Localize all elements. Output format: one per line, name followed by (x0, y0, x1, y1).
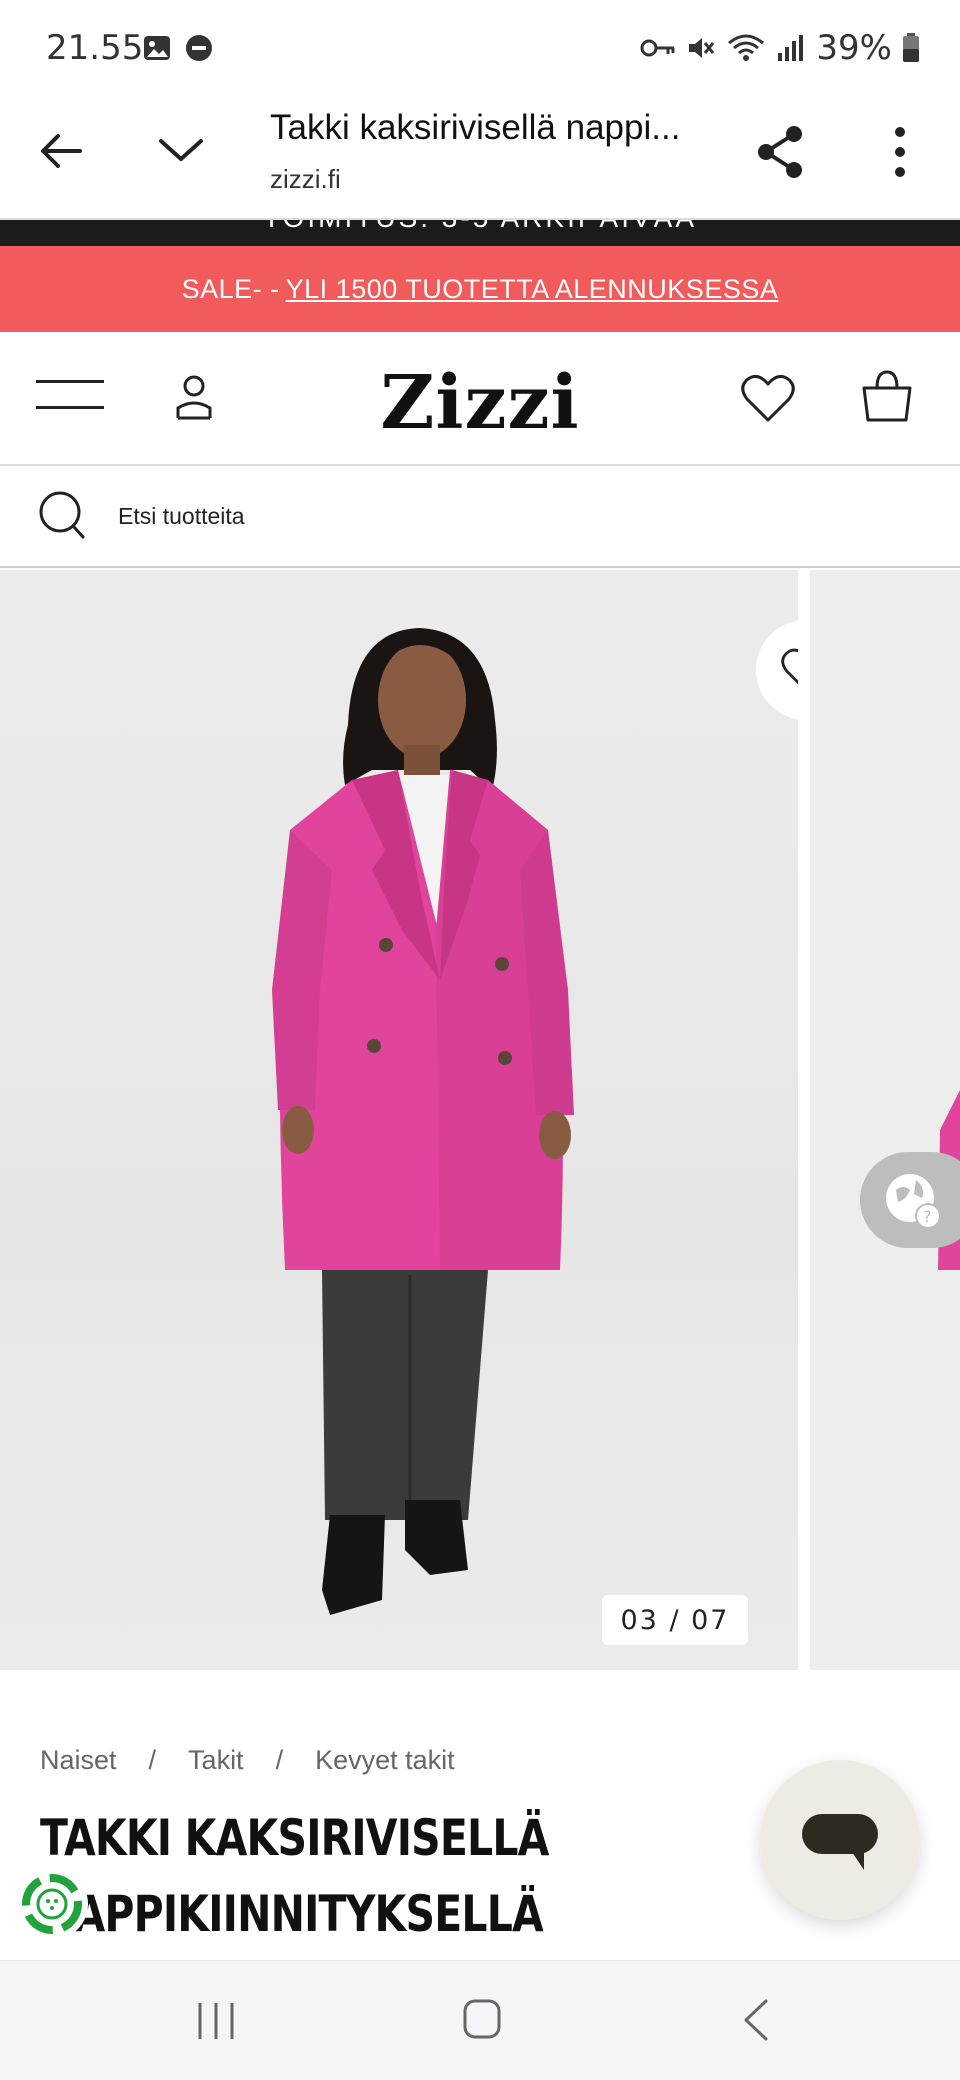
wifi-icon (728, 34, 765, 61)
more-vert-icon[interactable] (880, 124, 920, 180)
chat-button[interactable] (760, 1760, 920, 1920)
breadcrumb-separator: / (148, 1745, 157, 1775)
product-photo-illustration (272, 628, 574, 1615)
gallery-icon (144, 36, 170, 60)
next-product-image[interactable] (810, 570, 960, 1670)
product-gallery[interactable]: 03 / 07 ? (0, 570, 960, 1670)
system-nav-bar (0, 1960, 960, 2080)
product-image[interactable]: 03 / 07 (0, 570, 798, 1670)
status-bar: 21.55 39% (0, 0, 960, 96)
nav-back-icon[interactable] (740, 1997, 770, 2043)
status-system-icons: 39% (640, 28, 920, 68)
product-title-line1: TAKKI KAKSIRIVISELLÄ (40, 1809, 549, 1867)
breadcrumb-separator: / (275, 1745, 284, 1775)
do-not-disturb-icon (186, 35, 212, 61)
product-title: TAKKI KAKSIRIVISELLÄ NAPPIKIINNITYKSELLÄ (40, 1800, 663, 1952)
heart-icon (781, 648, 798, 685)
shopping-bag-icon[interactable] (860, 368, 914, 424)
home-icon[interactable] (462, 1997, 502, 2041)
chat-icon (802, 1814, 878, 1870)
site-logo[interactable]: Zizzi (0, 360, 960, 446)
chevron-down-icon[interactable] (156, 126, 206, 176)
sale-banner[interactable]: SALE- - YLI 1500 TUOTETTA ALENNUKSESSA (0, 246, 960, 332)
battery-level: 39% (816, 28, 892, 68)
site-header: Zizzi (0, 332, 960, 466)
search-input[interactable] (118, 496, 898, 536)
status-time: 21.55 (46, 28, 144, 68)
translate-icon: ? (886, 1174, 941, 1229)
recent-apps-icon[interactable] (196, 1999, 236, 2043)
image-counter: 03 / 07 (602, 1595, 748, 1645)
breadcrumb-item-kevyet-takit[interactable]: Kevyet takit (315, 1745, 455, 1776)
battery-icon (903, 33, 919, 62)
breadcrumb: Naiset / Takit / Kevyet takit (40, 1745, 455, 1776)
status-notification-icons (142, 33, 214, 63)
mute-icon (689, 38, 715, 58)
shipping-banner-text: TOIMITUS: 3-5 ARKIPÄIVÄÄ (0, 220, 960, 234)
back-arrow-icon[interactable] (36, 126, 86, 176)
shipping-banner: TOIMITUS: 3-5 ARKIPÄIVÄÄ (0, 220, 960, 246)
signal-icon (778, 35, 804, 61)
product-title-line2: NAPPIKIINNITYKSELLÄ (40, 1885, 544, 1943)
eco-badge[interactable] (16, 1868, 88, 1940)
sale-prefix: SALE- - (181, 273, 280, 304)
browser-toolbar: Takki kaksirivisellä nappi... zizzi.fi (0, 96, 960, 220)
breadcrumb-item-takit[interactable]: Takit (188, 1745, 244, 1776)
search-bar[interactable] (0, 466, 960, 568)
share-icon[interactable] (754, 124, 806, 180)
search-icon[interactable] (38, 490, 86, 540)
svg-text:?: ? (923, 1207, 932, 1226)
translate-button[interactable]: ? (860, 1152, 960, 1248)
eco-icon (22, 1874, 82, 1934)
page-title[interactable]: Takki kaksirivisellä nappi... (270, 108, 700, 148)
page-domain[interactable]: zizzi.fi (270, 164, 341, 195)
heart-icon[interactable] (740, 372, 796, 424)
vpn-key-icon (640, 39, 675, 57)
breadcrumb-item-naiset[interactable]: Naiset (40, 1745, 117, 1776)
next-photo-illustration (938, 1090, 960, 1270)
sale-link[interactable]: YLI 1500 TUOTETTA ALENNUKSESSA (286, 274, 779, 305)
